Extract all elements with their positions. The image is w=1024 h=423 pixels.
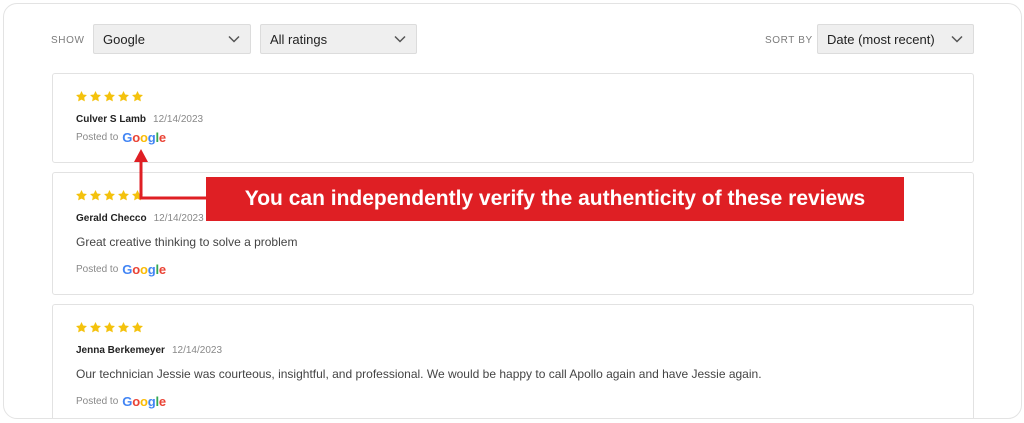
source-select-value: Google	[103, 31, 145, 47]
star-icon	[104, 321, 115, 333]
review-author: Gerald Checco	[76, 213, 147, 224]
google-logo[interactable]: Google	[122, 262, 166, 277]
show-label: SHOW	[51, 35, 85, 46]
star-icon	[90, 189, 101, 201]
review-date: 12/14/2023	[153, 114, 204, 125]
star-icon	[76, 321, 87, 333]
star-icon	[76, 90, 87, 102]
star-icon	[90, 90, 101, 102]
star-icon	[132, 189, 143, 201]
rating-select[interactable]: All ratings	[260, 24, 417, 54]
posted-to: Posted to Google	[76, 394, 166, 409]
callout-text: You can independently verify the authent…	[244, 187, 866, 210]
posted-to-label: Posted to	[76, 264, 119, 275]
source-select[interactable]: Google	[93, 24, 251, 54]
review-author: Culver S Lamb	[76, 114, 147, 125]
sort-select-value: Date (most recent)	[827, 31, 935, 47]
google-logo[interactable]: Google	[122, 394, 166, 409]
star-rating	[75, 90, 144, 103]
review-meta: Gerald Checco 12/14/2023	[76, 213, 204, 224]
star-icon	[132, 90, 143, 102]
chevron-down-icon	[951, 35, 963, 43]
posted-to: Posted to Google	[76, 130, 166, 145]
sort-label: SORT BY	[765, 35, 813, 46]
star-icon	[76, 189, 87, 201]
rating-select-value: All ratings	[270, 31, 328, 47]
posted-to: Posted to Google	[76, 262, 166, 277]
sort-select[interactable]: Date (most recent)	[817, 24, 974, 54]
star-rating	[75, 321, 144, 334]
review-text: Our technician Jessie was courteous, ins…	[76, 367, 762, 381]
review-date: 12/14/2023	[153, 213, 204, 224]
star-icon	[118, 90, 129, 102]
posted-to-label: Posted to	[76, 396, 119, 407]
star-icon	[104, 90, 115, 102]
review-text: Great creative thinking to solve a probl…	[76, 235, 298, 249]
chevron-down-icon	[228, 35, 240, 43]
star-icon	[132, 321, 143, 333]
star-icon	[118, 321, 129, 333]
review-meta: Jenna Berkemeyer 12/14/2023	[76, 345, 222, 356]
star-rating	[75, 189, 144, 202]
star-icon	[118, 189, 129, 201]
review-card: Culver S Lamb 12/14/2023 Posted to Googl…	[52, 73, 974, 163]
star-icon	[104, 189, 115, 201]
review-card: Jenna Berkemeyer 12/14/2023 Our technici…	[52, 304, 974, 418]
review-author: Jenna Berkemeyer	[76, 345, 165, 356]
filter-bar: SHOW Google All ratings SORT BY Date (mo…	[4, 4, 1021, 74]
posted-to-label: Posted to	[76, 132, 119, 143]
star-icon	[90, 321, 101, 333]
chevron-down-icon	[394, 35, 406, 43]
review-date: 12/14/2023	[171, 345, 223, 356]
review-meta: Culver S Lamb 12/14/2023	[76, 114, 203, 125]
google-logo[interactable]: Google	[122, 130, 166, 145]
callout-banner: You can independently verify the authent…	[206, 177, 904, 221]
